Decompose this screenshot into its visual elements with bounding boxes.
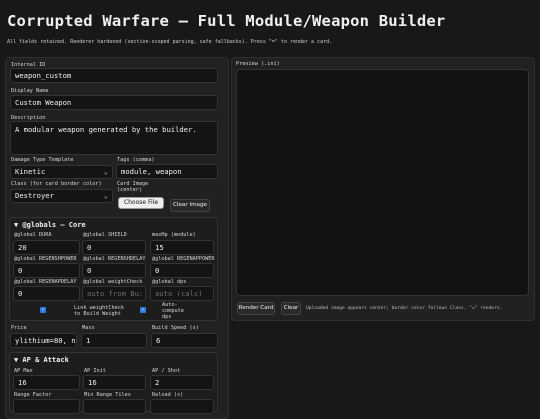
global-shield-input[interactable]: 0	[82, 240, 146, 255]
checkbox-checked-icon[interactable]: ✓	[140, 307, 146, 313]
global-regenapdelay-input[interactable]: 0	[13, 286, 80, 301]
field-label: @global REGENSHDELAY	[83, 256, 146, 262]
display-name-input[interactable]: Custom Weapon	[10, 95, 218, 110]
global-regenshdelay-input[interactable]: 0	[82, 263, 146, 278]
auto-compute-label-3: dps	[162, 314, 172, 320]
page-subtitle: All fields retained. Renderer hardened (…	[7, 39, 333, 45]
choose-file-button[interactable]: Choose File	[118, 197, 164, 209]
ap-per-shot-input[interactable]: 2	[150, 375, 214, 390]
global-regenshpower-input[interactable]: 0	[13, 263, 80, 278]
field-label: Range Factor	[14, 392, 52, 398]
field-label: Min Range Tiles	[84, 392, 131, 398]
field-label: AP Max	[14, 368, 33, 374]
class-select[interactable]: Destroyer ⌄	[10, 189, 113, 203]
chevron-down-icon: ⌄	[103, 168, 108, 176]
page-title: Corrupted Warfare — Full Module/Weapon B…	[7, 12, 446, 30]
price-label: Price	[11, 325, 27, 331]
field-label: maxHp (module)	[152, 232, 196, 238]
preview-label: Preview (.ini)	[236, 61, 280, 67]
tags-label: Tags (comma)	[117, 157, 155, 163]
clear-preview-button[interactable]: Clear	[281, 302, 301, 315]
damage-type-label: Damage Type Template	[11, 157, 74, 163]
link-weightcheck-label-2: to Build Weight	[74, 311, 121, 317]
field-label: @global DURA	[14, 232, 52, 238]
chevron-down-icon: ⌄	[103, 192, 108, 200]
class-label: Class (for card border color)	[11, 181, 102, 187]
field-label: @global REGENAPPOWER	[152, 256, 215, 262]
reload-input[interactable]	[150, 399, 214, 414]
ap-max-input[interactable]: 16	[13, 375, 80, 390]
render-card-button[interactable]: Render Card	[237, 302, 275, 315]
damage-type-value: Kinetic	[15, 167, 46, 176]
field-label: @global dps	[152, 279, 187, 285]
description-textarea[interactable]: A modular weapon generated by the builde…	[10, 121, 218, 155]
damage-type-select[interactable]: Kinetic ⌄	[10, 165, 113, 179]
checkbox-checked-icon[interactable]: ✓	[40, 307, 46, 313]
preview-ini-output[interactable]	[236, 69, 529, 296]
field-label: AP / Shot	[152, 368, 181, 374]
display-name-label: Display Name	[11, 88, 49, 94]
mass-input[interactable]: 1	[81, 333, 147, 348]
tags-input[interactable]: module, weapon	[116, 164, 218, 179]
field-label: @global SHIELD	[83, 232, 127, 238]
range-factor-input[interactable]	[13, 399, 80, 414]
field-label: @global REGENSHPOWER	[14, 256, 77, 262]
ap-attack-section-toggle[interactable]: ▼ AP & Attack	[14, 356, 69, 364]
global-dura-input[interactable]: 20	[13, 240, 80, 255]
ap-init-input[interactable]: 16	[83, 375, 146, 390]
maxhp-input[interactable]: 15	[150, 240, 214, 255]
global-weightcheck-input[interactable]: auto from Bu:	[82, 286, 146, 301]
price-input[interactable]: ylithium=80, nc	[10, 333, 77, 348]
card-image-sublabel: (center)	[117, 187, 142, 193]
global-regenappower-input[interactable]: 0	[150, 263, 214, 278]
globals-section-toggle[interactable]: ▼ @globals — Core	[14, 221, 86, 229]
min-range-input[interactable]	[83, 399, 146, 414]
clear-image-button[interactable]: Clear Image	[170, 199, 210, 212]
mass-label: Mass	[82, 325, 95, 331]
internal-id-input[interactable]: weapon_custom	[10, 68, 218, 83]
preview-note: Uploaded image appears center; border co…	[306, 306, 503, 311]
field-label: AP Init	[84, 368, 106, 374]
build-speed-input[interactable]: 6	[151, 333, 218, 348]
field-label: Reload (s)	[152, 392, 184, 398]
field-label: @global weightCheck	[83, 279, 143, 285]
class-value: Destroyer	[15, 191, 54, 200]
global-dps-input[interactable]: auto (calc)	[150, 286, 214, 301]
field-label: @global REGENAPDELAY	[14, 279, 77, 285]
build-speed-label: Build Speed (s)	[152, 325, 199, 331]
